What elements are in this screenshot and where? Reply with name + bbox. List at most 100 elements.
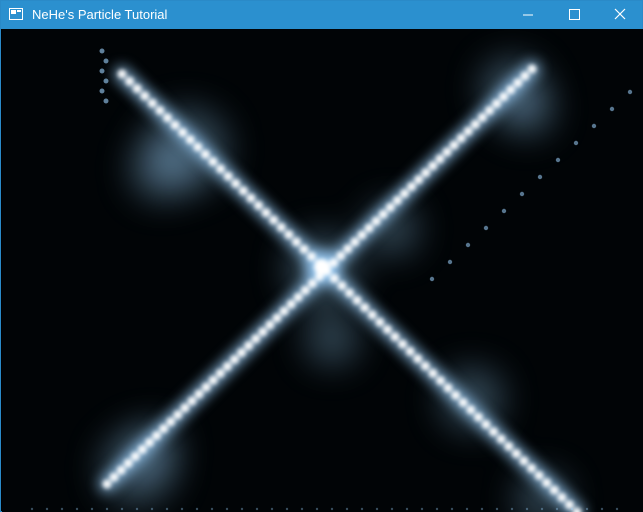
particle-beam-a-core [261,208,271,218]
particle-beam-b-core [123,458,133,468]
particle-cloud [132,139,192,199]
particle-edge-dot [240,507,244,511]
particle-trail-dot [609,106,615,112]
particle-beam-b-core [336,251,346,261]
particle-beam-a-core [132,84,142,94]
particle-beam-b-core [145,438,154,447]
particle-beam-a-core [231,179,241,188]
particle-beam-b-core [421,168,431,178]
particle-trail-dot [103,78,109,84]
particle-beam-a-core [405,346,415,356]
particle-trail-dot [99,88,105,94]
particle-edge-dot [375,507,379,511]
particle-beam-a-core [504,441,514,451]
particle-beam-a-core [549,485,559,495]
particle-beam-b-core [442,147,452,157]
particle-trail-dot [501,208,507,214]
particle-beam-b-core [194,389,204,399]
particle-center-core [314,259,330,275]
particle-beam-b-core [456,133,466,143]
particle-beam-a-core [564,500,574,510]
particle-beam-a-core [291,237,301,247]
particle-beam-b-core [329,258,339,268]
particle-beam-a-core [443,383,453,393]
particle-beam-a-core [542,478,552,488]
particle-beam-a-core [519,456,529,466]
particle-beam-a-core [337,281,347,291]
particle-trail-dot [103,98,109,104]
particle-trail-dot [591,123,597,129]
app-window-icon[interactable] [9,8,23,20]
app-window: NeHe's Particle Tutorial [0,0,643,512]
particle-beam-b-core [385,202,395,212]
particle-edge-dot [465,507,469,511]
particle-beam-a-core [352,295,362,305]
particle-beam-b-core [463,126,473,136]
particle-beam-b-core [300,285,310,295]
particle-edge-dot [495,507,499,511]
maximize-button[interactable] [551,1,597,29]
particle-edge-dot [255,507,259,511]
particle-beam-a-core [436,376,445,386]
particle-beam-b-core [265,320,275,330]
particle-beam-b-core [470,119,480,129]
particle-beam-a-core [299,244,309,254]
particle-beam-b-core [513,78,523,88]
particle-beam-a-core [428,368,438,378]
particle-edge-dot [165,507,169,511]
particle-trail-dot [555,157,561,163]
particle-trail-dot [465,242,471,248]
particle-beam-b-core [392,195,402,205]
particle-edge-dot [90,507,94,511]
particle-beam-a-core [489,427,499,437]
particle-beam-b-core [378,209,388,219]
particle-beam-a-core [269,215,279,225]
particle-beam-a-core [367,310,377,320]
particle-beam-a-core [345,288,354,298]
particle-beam-a-core [481,419,491,429]
particle-beam-b-core [293,292,303,302]
particle-trail-dot [519,191,525,197]
particle-edge-dot [210,507,214,511]
particle-beam-a-core [155,106,165,115]
particle-beam-b-core [407,182,417,192]
particle-beam-b-core [152,431,162,441]
title-bar[interactable]: NeHe's Particle Tutorial [1,1,642,29]
particle-edge-dot [300,507,304,511]
particle-beam-b-core [159,424,169,434]
particle-beam-b-core [499,92,509,102]
particle-beam-b-core [414,175,424,185]
particle-beam-b-core [477,112,487,122]
particle-edge-dot [480,507,484,511]
particle-beam-a-core [193,142,203,152]
close-button[interactable] [597,1,643,29]
window-title: NeHe's Particle Tutorial [32,7,168,22]
particle-beam-a-core [496,434,506,444]
particle-edge-dot [540,507,544,511]
particle-beam-b-core [364,223,374,233]
particle-beam-b-core [230,355,239,364]
particle-cloud [307,314,357,364]
particle-beam-b-core [435,154,445,164]
particle-beam-b-core [307,278,317,288]
minimize-button[interactable] [505,1,551,29]
particle-beam-a-core [360,303,370,313]
particle-edge-dot [510,507,514,511]
opengl-viewport[interactable] [2,29,643,512]
particle-beam-b-core [343,244,353,254]
particle-edge-dot [435,507,439,511]
particle-trail-dot [627,89,633,95]
particle-beam-b-core [350,237,360,247]
particle-beam-b-core [506,85,516,95]
particle-edge-dot [330,507,334,511]
minimize-icon [523,14,533,16]
particle-edge-dot [270,507,274,511]
particle-beam-b-core [272,313,282,323]
particle-beam-a-core [238,186,248,196]
particle-beam-a-core [420,361,430,371]
particle-canvas [2,29,643,512]
particle-beam-a-core [216,164,226,174]
particle-beam-b-core [357,230,367,240]
particle-beam-a-core [375,317,385,327]
particle-edge-dot [600,507,604,511]
